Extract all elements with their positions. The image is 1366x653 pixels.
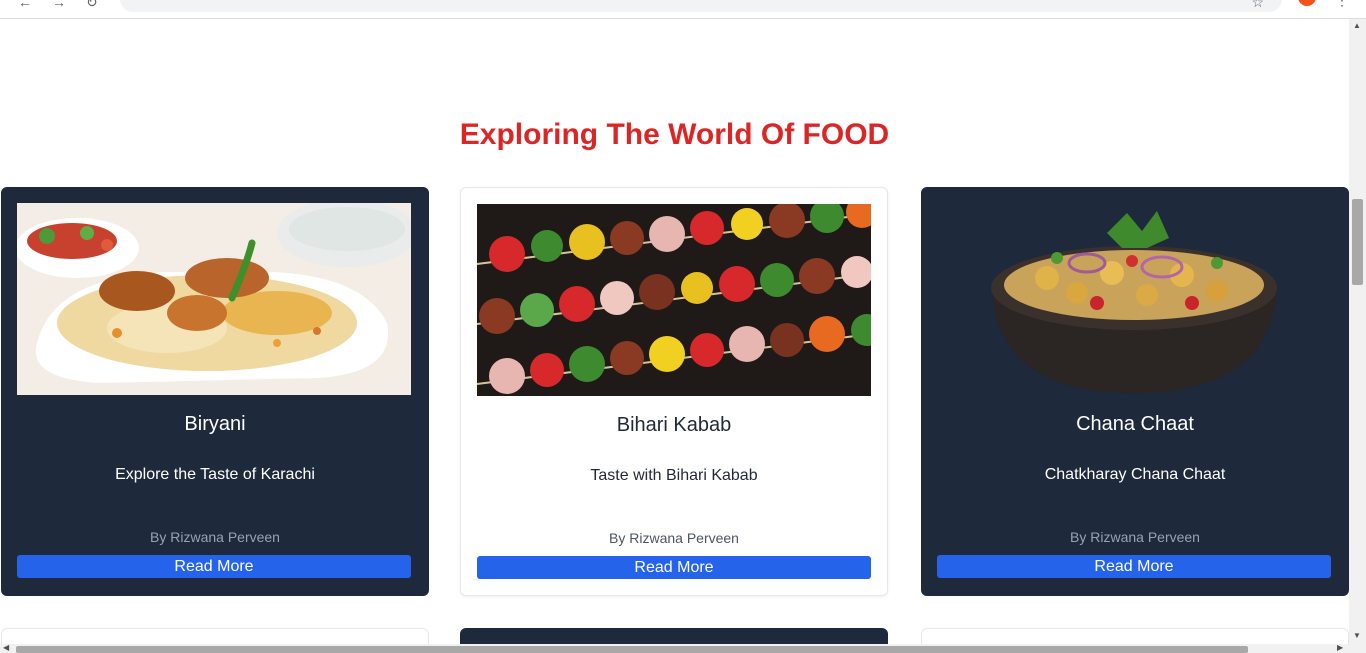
kabab-skewers-photo xyxy=(477,204,871,396)
card-title: Bihari Kabab xyxy=(616,414,732,436)
vertical-scrollbar[interactable]: ▲ ▼ xyxy=(1349,19,1366,653)
scroll-right-icon[interactable]: ▶ xyxy=(1337,643,1343,652)
scrollbar-thumb[interactable] xyxy=(1352,199,1363,285)
card-title: Biryani xyxy=(184,413,246,435)
card-author: By Rizwana Perveen xyxy=(1070,529,1200,545)
arrow-left-icon[interactable]: ← xyxy=(18,0,32,10)
star-icon[interactable]: ☆ xyxy=(1251,0,1264,11)
kebab-menu-icon[interactable]: ⋮ xyxy=(1335,0,1349,9)
browser-toolbar: ← → ↻ ☆ ⋮ xyxy=(0,0,1366,19)
scrollbar-thumb[interactable] xyxy=(16,646,1248,653)
recipe-card-biryani: Biryani Explore the Taste of Karachi By … xyxy=(1,187,429,596)
card-author: By Rizwana Perveen xyxy=(150,529,280,545)
scroll-up-icon[interactable]: ▲ xyxy=(1353,21,1361,30)
scroll-down-icon[interactable]: ▼ xyxy=(1353,631,1361,640)
card-title: Chana Chaat xyxy=(1076,413,1194,435)
biryani-photo xyxy=(17,203,411,395)
recipe-card-bihari-kabab: Bihari Kabab Taste with Bihari Kabab By … xyxy=(460,187,888,596)
address-bar[interactable]: ☆ xyxy=(120,0,1282,12)
scroll-left-icon[interactable]: ◀ xyxy=(3,643,9,652)
arrow-right-icon[interactable]: → xyxy=(52,0,66,10)
card-subtitle: Explore the Taste of Karachi xyxy=(115,466,315,483)
reload-icon[interactable]: ↻ xyxy=(86,0,98,11)
read-more-button[interactable]: Read More xyxy=(477,556,871,579)
read-more-button[interactable]: Read More xyxy=(17,555,411,578)
profile-avatar[interactable] xyxy=(1298,0,1316,6)
recipe-card-chana-chaat: Chana Chaat Chatkharay Chana Chaat By Ri… xyxy=(921,187,1349,596)
card-author: By Rizwana Perveen xyxy=(609,530,739,546)
horizontal-scrollbar[interactable]: ◀ ▶ xyxy=(0,643,1349,653)
card-subtitle: Taste with Bihari Kabab xyxy=(590,467,758,484)
read-more-button[interactable]: Read More xyxy=(937,555,1331,578)
card-subtitle: Chatkharay Chana Chaat xyxy=(1044,466,1226,483)
chana-chaat-photo xyxy=(937,203,1331,395)
page: ← → ↻ ☆ ⋮ Exploring The World Of FOOD Bi… xyxy=(0,0,1366,653)
page-title: Exploring The World Of FOOD xyxy=(459,118,890,151)
